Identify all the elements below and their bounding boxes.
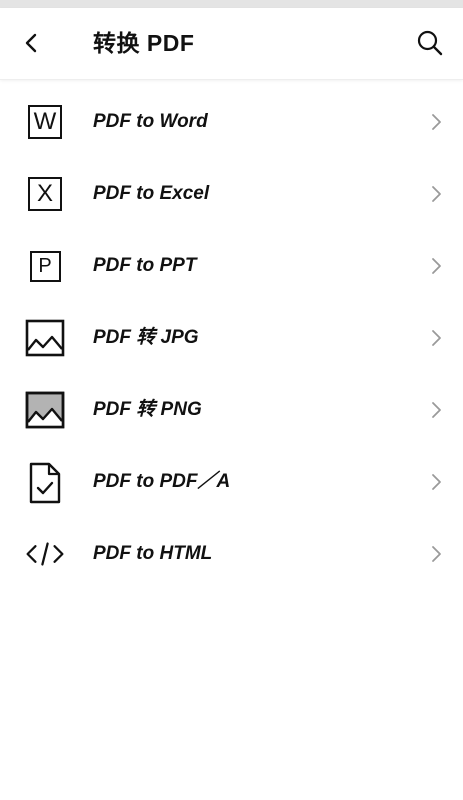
image-filled-icon [25,391,65,429]
ppt-icon-letter: P [29,250,61,282]
list-item-pdf-to-excel[interactable]: X PDF to Excel [0,158,463,230]
ppt-icon: P [25,247,65,285]
chevron-left-icon [25,33,37,53]
excel-icon-letter: X [28,177,62,211]
list-item-label: PDF 转 JPG [93,327,199,348]
chevron-right-icon [432,114,441,130]
list-item-label: PDF to HTML [93,543,213,564]
code-icon [25,535,65,573]
list-item-label: PDF to PDF／A [93,471,231,492]
list-item-label: PDF to Excel [93,183,210,204]
list-item-pdf-to-ppt[interactable]: P PDF to PPT [0,230,463,302]
search-icon [417,30,443,56]
app-header: 转换 PDF [0,8,463,80]
page-title: 转换 PDF [93,30,195,56]
list-item-pdf-to-html[interactable]: PDF to HTML [0,518,463,590]
chevron-right-icon [432,258,441,274]
list-item-label: PDF to PPT [93,255,197,276]
chevron-right-icon [432,546,441,562]
list-item-pdf-to-png[interactable]: PDF 转 PNG [0,374,463,446]
back-button[interactable] [14,26,48,60]
list-item-pdf-to-pdfa[interactable]: PDF to PDF／A [0,446,463,518]
excel-icon: X [25,175,65,213]
image-outline-icon [25,319,65,357]
list-item-pdf-to-jpg[interactable]: PDF 转 JPG [0,302,463,374]
document-check-icon [25,462,65,504]
chevron-right-icon [432,474,441,490]
status-bar-strip [0,0,463,8]
chevron-right-icon [432,330,441,346]
chevron-right-icon [432,186,441,202]
conversion-list: W PDF to Word X PDF to Excel P PDF to PP… [0,86,463,590]
search-button[interactable] [413,26,447,60]
word-icon: W [25,103,65,141]
list-item-pdf-to-word[interactable]: W PDF to Word [0,86,463,158]
word-icon-letter: W [28,105,62,139]
list-item-label: PDF 转 PNG [93,399,202,420]
chevron-right-icon [432,402,441,418]
list-item-label: PDF to Word [93,111,208,132]
